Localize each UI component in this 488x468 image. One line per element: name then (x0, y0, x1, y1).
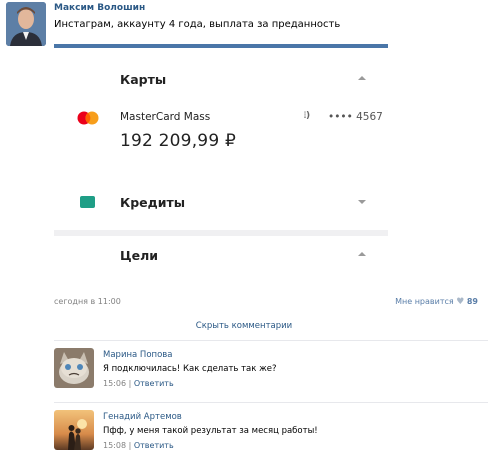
comment-text: Пфф, у меня такой результат за месяц раб… (103, 426, 318, 436)
comment-author[interactable]: Марина Попова (103, 350, 173, 360)
chevron-down-icon (358, 200, 366, 204)
chevron-up-icon (358, 252, 366, 256)
contactless-icon: ⦙) (304, 111, 311, 121)
image-top-bar (54, 44, 388, 48)
comments-divider (54, 402, 488, 403)
post-image[interactable]: Карты MasterCard Mass ⦙) •••• 4567 192 2… (54, 44, 388, 288)
credits-title: Кредиты (120, 195, 186, 210)
comments-divider (54, 340, 488, 341)
likes-count: 89 (466, 297, 478, 306)
card-name: MasterCard Mass (120, 111, 211, 123)
likes-label: Мне нравится (395, 297, 454, 306)
commenter-avatar[interactable] (54, 410, 94, 450)
reply-link[interactable]: Ответить (134, 441, 174, 450)
comment-time[interactable]: 15:08 (103, 441, 126, 450)
comment-author[interactable]: Генадий Артемов (103, 412, 182, 422)
comment-meta: 15:06 | Ответить (103, 379, 174, 388)
wallet-icon (80, 196, 95, 208)
post-text: Инстаграм, аккаунту 4 года, выплата за п… (54, 19, 341, 30)
commenter-avatar[interactable] (54, 348, 94, 388)
comment-meta: 15:08 | Ответить (103, 441, 174, 450)
reply-link[interactable]: Ответить (134, 379, 174, 388)
chevron-up-icon (358, 76, 366, 80)
cards-title: Карты (120, 72, 167, 87)
hide-comments-link[interactable]: Скрыть комментарии (0, 321, 488, 331)
goals-title: Цели (120, 248, 158, 263)
heart-icon: ♥ (456, 297, 465, 307)
author-avatar[interactable] (6, 2, 46, 46)
comment-text: Я подключилась! Как сделать так же? (103, 364, 277, 374)
card-balance: 192 209,99 ₽ (120, 131, 236, 151)
author-name[interactable]: Максим Волошин (54, 3, 145, 13)
like-button[interactable]: Мне нравится ♥ 89 (395, 297, 478, 307)
card-number: •••• 4567 (328, 111, 383, 123)
mastercard-icon (77, 111, 99, 125)
section-divider (54, 230, 388, 236)
post-time[interactable]: сегодня в 11:00 (54, 297, 121, 306)
comment-time[interactable]: 15:06 (103, 379, 126, 388)
